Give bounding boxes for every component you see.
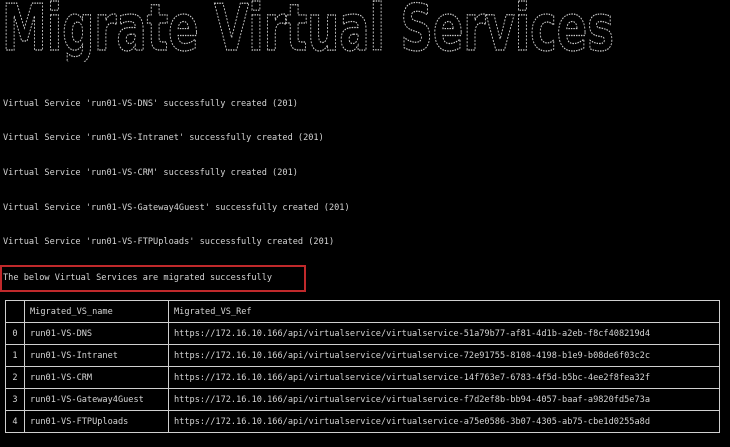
header-vs-ref: Migrated_VS_Ref <box>168 300 720 323</box>
table-row: 1 run01-VS-Intranet https://172.16.10.16… <box>5 344 720 367</box>
row-vs-ref: https://172.16.10.166/api/virtualservice… <box>168 322 720 345</box>
row-vs-name: run01-VS-CRM <box>24 366 169 389</box>
row-vs-name: run01-VS-Intranet <box>24 344 169 367</box>
banner-title: Migrate Virtual Services <box>2 0 614 62</box>
row-vs-ref: https://172.16.10.166/api/virtualservice… <box>168 366 720 389</box>
log-line: Virtual Service 'run01-VS-DNS' successfu… <box>3 99 298 109</box>
terminal-window: Migrate Virtual Services Virtual Service… <box>0 0 730 447</box>
ascii-banner: Migrate Virtual Services <box>0 0 730 62</box>
ascii-banner-graphic: Migrate Virtual Services <box>1 0 614 62</box>
row-vs-name: run01-VS-Gateway4Guest <box>24 388 169 411</box>
table-row: 3 run01-VS-Gateway4Guest https://172.16.… <box>5 388 720 411</box>
header-vs-name: Migrated_VS_name <box>24 300 169 323</box>
row-vs-ref: https://172.16.10.166/api/virtualservice… <box>168 388 720 411</box>
success-message: The below Virtual Services are migrated … <box>3 273 273 283</box>
row-index: 4 <box>5 410 25 433</box>
table-header-row: Migrated_VS_name Migrated_VS_Ref <box>5 300 720 323</box>
row-index: 1 <box>5 344 25 367</box>
row-vs-name: run01-VS-FTPUploads <box>24 410 169 433</box>
table-row: 0 run01-VS-DNS https://172.16.10.166/api… <box>5 322 720 345</box>
log-line: Virtual Service 'run01-VS-CRM' successfu… <box>3 168 298 178</box>
row-vs-ref: https://172.16.10.166/api/virtualservice… <box>168 344 720 367</box>
row-vs-name: run01-VS-DNS <box>24 322 169 345</box>
migrated-vs-table: Migrated_VS_name Migrated_VS_Ref 0 run01… <box>5 300 720 433</box>
row-index: 2 <box>5 366 25 389</box>
log-line: Virtual Service 'run01-VS-Intranet' succ… <box>3 133 324 143</box>
table-row: 4 run01-VS-FTPUploads https://172.16.10.… <box>5 410 720 433</box>
row-vs-ref: https://172.16.10.166/api/virtualservice… <box>168 410 720 433</box>
row-index: 0 <box>5 322 25 345</box>
row-index: 3 <box>5 388 25 411</box>
table-row: 2 run01-VS-CRM https://172.16.10.166/api… <box>5 366 720 389</box>
log-line: Virtual Service 'run01-VS-FTPUploads' su… <box>3 237 335 247</box>
header-index <box>5 300 25 323</box>
log-line: Virtual Service 'run01-VS-Gateway4Guest'… <box>3 203 350 213</box>
